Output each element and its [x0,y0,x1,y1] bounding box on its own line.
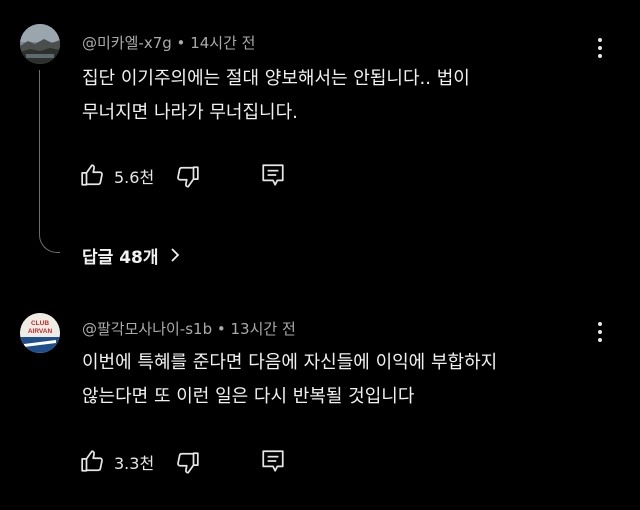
comment-line: 않는다면 또 이런 일은 다시 반복될 것입니다 [82,386,415,407]
comment-line: 이번에 특혜를 준다면 다음에 자신들에 이익에 부합하지 [82,352,498,373]
thumbs-down-icon[interactable] [174,450,200,476]
comment-actions: 3.3천 [78,446,298,476]
more-vert-icon [598,322,602,326]
author-name[interactable]: @팔각모사나이-s1b [82,320,212,338]
like-count: 3.3천 [114,454,155,473]
badge-text: CLUB [31,320,49,327]
comment-2: CLUB AIRVAN @팔각모사나이-s1b • 13시간 전 이번에 특혜를… [0,0,640,510]
meta-separator: • [216,320,226,338]
reply-comment-icon[interactable] [260,448,286,474]
comment-meta: @팔각모사나이-s1b • 13시간 전 [82,318,296,339]
badge-text: AIRVAN [28,328,53,335]
author-avatar[interactable]: CLUB AIRVAN [20,313,60,353]
comment-text: 이번에 특혜를 준다면 다음에 자신들에 이익에 부합하지 않는다면 또 이런 … [82,346,602,414]
more-options-button[interactable] [590,320,610,344]
thumbs-up-icon[interactable] [80,448,106,474]
comment-time: 13시간 전 [230,320,296,338]
club-airvan-badge-icon: CLUB AIRVAN [20,313,60,353]
